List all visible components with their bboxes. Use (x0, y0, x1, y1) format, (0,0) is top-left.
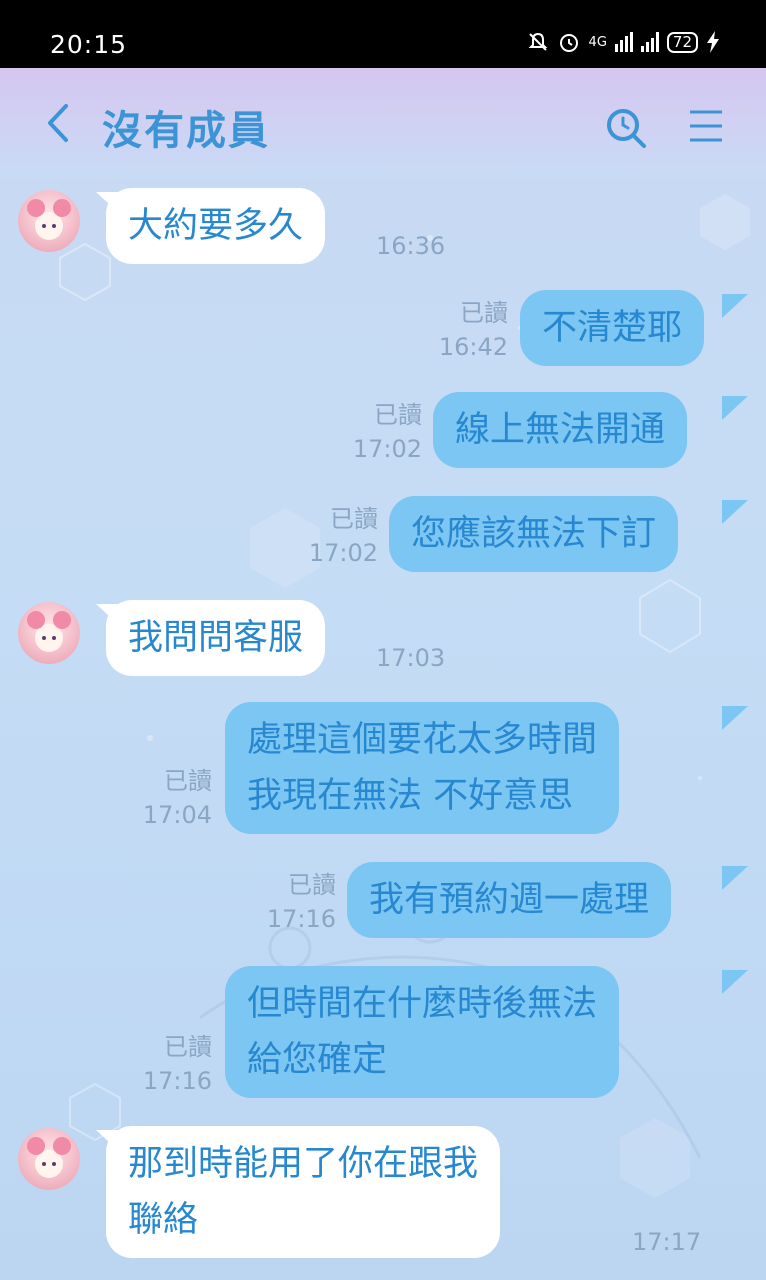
message-meta: 已讀 17:16 (244, 868, 336, 936)
bell-off-icon (528, 32, 547, 51)
read-receipt: 已讀 (164, 767, 212, 795)
chat-header: 沒有成員 (0, 68, 766, 178)
message-meta: 已讀 17:16 (120, 1030, 212, 1098)
message-bubble-outgoing[interactable]: 線上無法開通 (433, 392, 688, 468)
menu-icon[interactable] (688, 108, 724, 144)
read-receipt: 已讀 (288, 871, 336, 899)
message-bubble-outgoing[interactable]: 不清楚耶 (520, 290, 705, 366)
message-time: 17:03 (376, 644, 446, 672)
read-receipt: 已讀 (330, 505, 378, 533)
chat-area[interactable]: 大約要多久 16:36 已讀 16:42 不清楚耶 已讀 17:02 線上無法開… (0, 178, 766, 1280)
read-receipt: 已讀 (164, 1033, 212, 1061)
message-text: 處理這個要花太多時間 (247, 720, 598, 760)
message-bubble-outgoing[interactable]: 處理這個要花太多時間 我現在無法 不好意思 (225, 702, 620, 834)
message-time: 17:04 (142, 801, 212, 829)
message-text: 我有預約週一處理 (369, 880, 650, 920)
message-bubble-outgoing[interactable]: 您應該無法下訂 (389, 496, 679, 572)
message-bubble-outgoing[interactable]: 我有預約週一處理 (347, 862, 672, 938)
message-time: 16:42 (438, 333, 508, 361)
avatar[interactable] (18, 602, 80, 664)
message-bubble-incoming[interactable]: 大約要多久 (106, 188, 326, 264)
message-time: 16:36 (376, 232, 446, 260)
alarm-icon (559, 34, 578, 52)
signal-icon (614, 32, 633, 52)
message-text: 那到時能用了你在跟我 (128, 1144, 479, 1184)
message-meta: 已讀 16:42 (420, 296, 508, 364)
status-bar: 20:15 4G 72 (0, 0, 766, 68)
message-text: 聯絡 (128, 1200, 199, 1240)
message-meta: 已讀 17:02 (286, 502, 378, 570)
message-text: 但時間在什麼時後無法 (247, 984, 598, 1024)
message-text: 不清楚耶 (542, 308, 683, 348)
message-bubble-outgoing[interactable]: 但時間在什麼時後無法 給您確定 (225, 966, 620, 1098)
status-icons: 4G 72 (527, 30, 720, 54)
message-text: 我現在無法 不好意思 (247, 776, 574, 816)
message-time: 17:02 (308, 539, 378, 567)
message-text: 給您確定 (247, 1040, 388, 1080)
chevron-left-icon[interactable] (40, 98, 80, 148)
message-text: 我問問客服 (128, 618, 304, 658)
message-text: 您應該無法下訂 (411, 514, 657, 554)
message-text: 線上無法開通 (455, 410, 666, 450)
message-meta: 已讀 17:04 (120, 764, 212, 832)
message-bubble-incoming[interactable]: 那到時能用了你在跟我 聯絡 (106, 1126, 501, 1258)
chat-title: 沒有成員 (102, 108, 270, 154)
battery-icon: 72 (666, 31, 698, 53)
read-receipt: 已讀 (460, 299, 508, 327)
message-meta: 已讀 17:02 (330, 398, 422, 466)
message-time: 17:02 (352, 435, 422, 463)
message-time: 17:16 (142, 1067, 212, 1095)
search-icon[interactable] (604, 106, 648, 150)
message-time: 17:16 (266, 905, 336, 933)
avatar[interactable] (18, 1128, 80, 1190)
message-text: 大約要多久 (128, 206, 304, 246)
status-time: 20:15 (50, 30, 128, 59)
network-type: 4G (588, 34, 607, 50)
message-bubble-incoming[interactable]: 我問問客服 (106, 600, 326, 676)
message-time: 17:17 (632, 1228, 702, 1256)
avatar[interactable] (18, 190, 80, 252)
charging-icon (707, 31, 719, 53)
read-receipt: 已讀 (374, 401, 422, 429)
wifi-signal-icon (640, 32, 659, 52)
